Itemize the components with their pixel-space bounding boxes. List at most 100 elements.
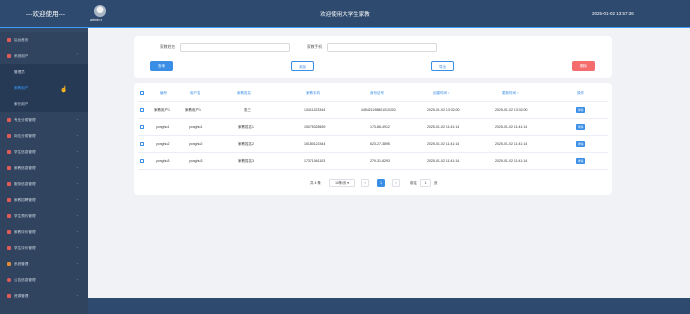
chevron-down-icon: ⌄ [76, 229, 79, 233]
table-cell: 2025-01-02 11:41:14 [495, 159, 528, 163]
sidebar-item-position-category[interactable]: 岗位分类管理 ⌄ [0, 128, 88, 144]
pagination-total: 共 4 条 [310, 181, 321, 185]
table-cell: 15075328639 [304, 125, 326, 129]
table-cell: 张三 [244, 108, 251, 112]
delete-button[interactable]: 删除 [572, 61, 595, 71]
chevron-up-icon: ⌃ [76, 53, 79, 57]
table-cell: yonghu3 [189, 159, 203, 163]
grid-icon [7, 246, 11, 250]
sidebar-item-service-info[interactable]: 服务信息管理 ⌄ [0, 176, 88, 192]
sidebar-item-student-info[interactable]: 学生信息管理 ⌄ [0, 144, 88, 160]
prev-page-button[interactable]: ‹ [361, 179, 369, 187]
grid-icon [7, 118, 11, 122]
row-checkbox[interactable] [140, 108, 144, 112]
avatar[interactable] [94, 5, 106, 17]
table-divider [138, 152, 608, 153]
table-cell: 623-27-3895 [370, 142, 390, 146]
sidebar-item-home[interactable]: 后台首页 [0, 32, 88, 48]
select-all-checkbox[interactable] [140, 91, 144, 95]
sidebar-item-label: 系统管理 [14, 261, 29, 266]
grid-icon [7, 134, 11, 138]
page-size-select[interactable]: 10条/页 ▾ [329, 179, 355, 187]
sidebar-item-major-category[interactable]: 专业分类管理 ⌄ [0, 112, 88, 128]
column-header-created-time[interactable]: 创建时间 ↕ [433, 91, 450, 96]
sidebar-item-student-booking[interactable]: 学生预约管理 ⌄ [0, 208, 88, 224]
data-table [134, 83, 612, 195]
grid-icon [7, 198, 11, 202]
table-cell: 家教用户1 [154, 108, 170, 112]
detail-button[interactable]: 详情 [576, 158, 585, 164]
detail-button[interactable]: 详情 [576, 124, 585, 130]
top-header: ---欢迎使用--- admin ▾ 欢迎使用大学生家教 2025-01-02 … [0, 0, 690, 28]
home-icon [7, 38, 11, 42]
table-cell: 2025-01-02 13:32:00 [495, 108, 528, 112]
table-cell: 家教姓名2 [238, 142, 254, 146]
sidebar-item-label: 资源管理 [14, 293, 29, 298]
name-search-input[interactable] [180, 43, 290, 52]
table-cell: 家教用户1 [185, 108, 201, 112]
sidebar-subitem-parent-users[interactable]: 家长用户 [0, 96, 88, 112]
user-icon [7, 54, 11, 58]
search-button[interactable]: 查询 [150, 61, 173, 71]
column-header-tutor-phone: 家教手机 [306, 91, 320, 95]
sidebar-item-system-management[interactable]: 系统管理 ⌄ [0, 256, 88, 272]
row-checkbox[interactable] [140, 159, 144, 163]
table-cell: 17371061103 [304, 159, 326, 163]
phone-search-input[interactable] [327, 43, 437, 52]
goto-page-input[interactable]: 1 [420, 179, 431, 187]
user-menu[interactable]: admin ▾ [90, 18, 102, 22]
sidebar-item-label: 系统用户 [14, 53, 29, 58]
sidebar-item-label: 学生预约管理 [14, 213, 36, 218]
chevron-down-icon: ⌄ [76, 293, 79, 297]
chevron-down-icon: ⌄ [76, 245, 79, 249]
add-button[interactable]: 添加 [291, 61, 314, 71]
chevron-down-icon: ⌄ [76, 213, 79, 217]
sidebar-item-tutor-recruit[interactable]: 家教招聘管理 ⌄ [0, 192, 88, 208]
page-suffix: 页 [434, 181, 438, 185]
phone-label: 家教手机 [307, 45, 323, 49]
row-checkbox[interactable] [140, 142, 144, 146]
sidebar-item-label: 学生评价管理 [14, 245, 36, 250]
detail-button[interactable]: 详情 [576, 107, 585, 113]
chevron-down-icon: ⌄ [76, 277, 79, 281]
chevron-down-icon: ⌄ [76, 165, 79, 169]
column-header-tutor-name: 家教姓名 [237, 91, 251, 95]
settings-icon [7, 262, 11, 266]
table-cell: 家教姓名1 [238, 125, 254, 129]
chevron-down-icon: ⌄ [76, 117, 79, 121]
sidebar-item-tutor-review[interactable]: 家教评价管理 ⌄ [0, 224, 88, 240]
table-divider [138, 118, 608, 119]
column-header-id: 编号 [160, 91, 167, 95]
welcome-title: 欢迎使用大学生家教 [320, 12, 370, 18]
grid-icon [7, 166, 11, 170]
table-cell: 2025-01-02 11:41:14 [495, 125, 528, 129]
table-cell: 2025-01-02 11:41:14 [427, 125, 460, 129]
table-cell: 2025-01-02 11:41:14 [427, 159, 460, 163]
sidebar-item-tutor-info[interactable]: 家教信息管理 ⌄ [0, 160, 88, 176]
sidebar-item-system-users[interactable]: 系统用户 ⌃ [0, 48, 88, 64]
table-cell: 2025-01-02 11:41:14 [427, 142, 460, 146]
table-cell: 13411223344 [304, 108, 326, 112]
sidebar-subitem-admin[interactable]: 管理员 [0, 64, 88, 80]
sidebar-item-resources[interactable]: 资源管理 ⌄ [0, 288, 88, 304]
table-cell: 279-31-6293 [370, 159, 390, 163]
export-button[interactable]: 导出 [431, 61, 454, 71]
grid-icon [7, 150, 11, 154]
cursor-hand-icon: ☝ [60, 87, 68, 93]
grid-icon [7, 230, 11, 234]
sidebar-item-label: 岗位分类管理 [14, 133, 36, 138]
chevron-down-icon: ▾ [100, 18, 103, 22]
next-page-button[interactable]: › [392, 179, 400, 187]
chevron-down-icon: ⌄ [76, 261, 79, 265]
column-header-updated-time[interactable]: 更新时间 ↕ [502, 91, 519, 96]
sidebar-item-student-review[interactable]: 学生评价管理 ⌄ [0, 240, 88, 256]
sidebar-item-announcements[interactable]: 公告信息管理 ⌄ [0, 272, 88, 288]
row-checkbox[interactable] [140, 125, 144, 129]
table-cell: yonghu3 [156, 159, 170, 163]
detail-button[interactable]: 详情 [576, 141, 585, 147]
chevron-down-icon: ▾ [347, 181, 349, 185]
sidebar-subitem-tutor-users[interactable]: 家教用户 [0, 80, 88, 96]
page-number-button[interactable]: 1 [377, 179, 385, 187]
username: admin [90, 18, 100, 22]
sidebar-item-label: 家教信息管理 [14, 165, 36, 170]
